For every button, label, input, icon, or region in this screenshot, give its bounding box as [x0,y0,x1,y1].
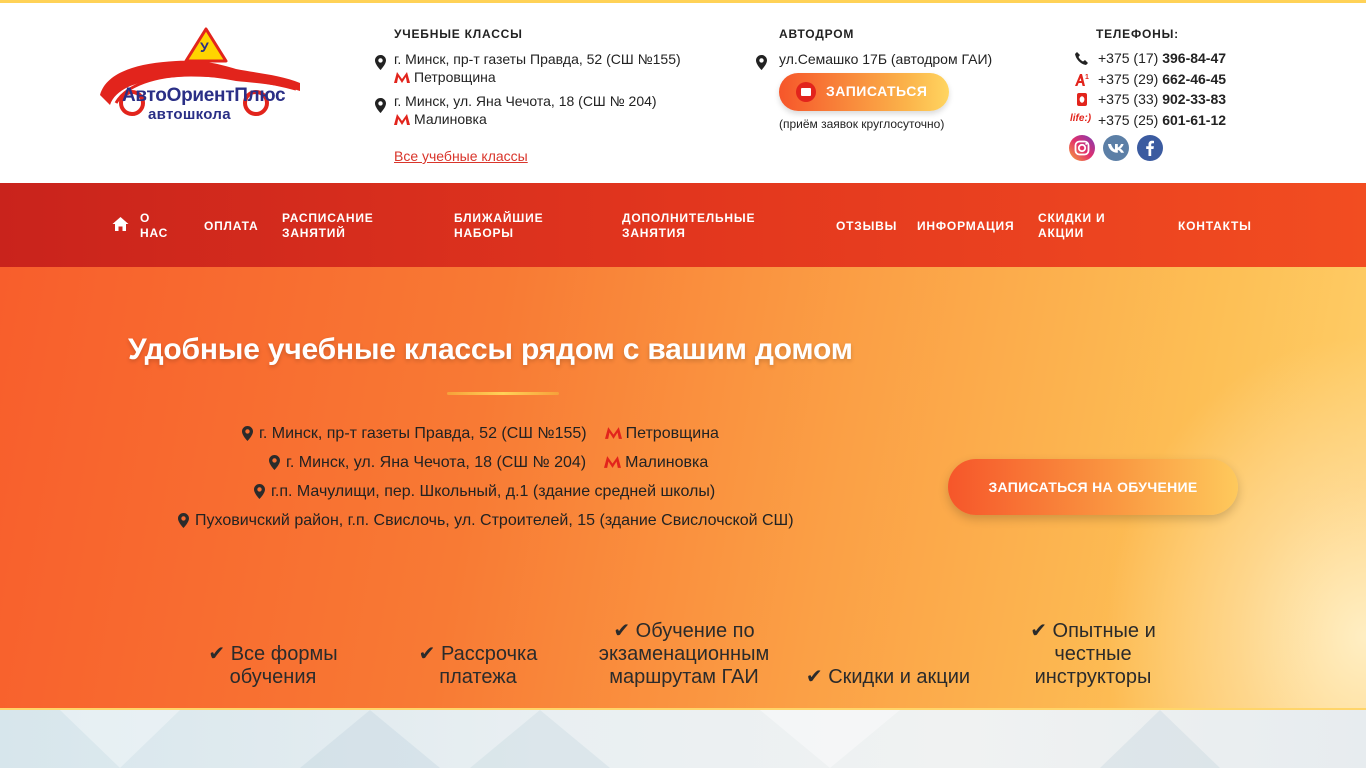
logo[interactable]: У АвтоОриентПлюс автошкола [96,25,302,125]
class-address-2-text: г. Минск, ул. Яна Чечота, 18 (СШ № 204) [394,93,657,109]
signup-button-label: ЗАПИСАТЬСЯ [826,83,928,99]
hero-address-4: Пуховичский район, г.п. Свислочь, ул. Ст… [178,511,794,531]
phone-code-2: +375 (29) [1098,71,1159,87]
nav-item-extra-lessons[interactable]: ДОПОЛНИТЕЛЬНЫЕ ЗАНЯТИЯ [622,211,755,241]
nav-item-schedule[interactable]: РАСПИСАНИЕ ЗАНЯТИЙ [282,211,374,241]
signup-note: (приём заявок круглосуточно) [779,117,945,131]
hero-address-2-text: г. Минск, ул. Яна Чечота, 18 (СШ № 204) [286,454,587,471]
signup-button[interactable]: ЗАПИСАТЬСЯ [779,73,949,111]
mail-icon [796,82,816,102]
nav-item-reviews[interactable]: ОТЗЫВЫ [836,219,897,234]
nav-item-payment[interactable]: ОПЛАТА [204,219,259,234]
mts-icon [1077,93,1087,106]
phone-number-1: 396-84-47 [1162,50,1227,66]
hero-metro-2: Малиновка [625,454,709,471]
class-address-1-text: г. Минск, пр-т газеты Правда, 52 (СШ №15… [394,51,681,67]
location-pin-icon [375,98,386,113]
location-pin-icon [269,455,280,470]
location-pin-icon [178,513,189,528]
life-icon: life:) [1070,113,1092,124]
phones-title: ТЕЛЕФОНЫ: [1096,27,1179,41]
nav-item-discounts[interactable]: СКИДКИ И АКЦИИ [1038,211,1105,241]
logo-name: АвтоОриентПлюс [122,85,286,106]
hero-address-3: г.п. Мачулищи, пер. Школьный, д.1 (здани… [254,482,715,502]
site-header: У АвтоОриентПлюс автошкола УЧЕБНЫЕ КЛАСС… [0,3,1366,183]
feature-exam-routes: ✔ Обучение по экзаменационным маршрутам ГА… [598,620,770,688]
phone-code-1: +375 (17) [1098,50,1159,66]
hero-address-3-text: г.п. Мачулищи, пер. Школьный, д.1 (здани… [271,483,716,500]
nav-item-about[interactable]: О НАС [140,211,168,241]
location-pin-icon [756,55,767,70]
nav-item-contacts[interactable]: КОНТАКТЫ [1178,219,1252,234]
phone-number-3: 902-33-83 [1162,91,1227,107]
metro-icon [604,427,622,439]
nav-item-information[interactable]: ИНФОРМАЦИЯ [917,219,1014,234]
metro-icon [604,456,622,468]
metro-icon [394,114,410,125]
location-pin-icon [242,426,253,441]
hero-divider [447,392,559,395]
class-metro-1: Петровщина [414,69,496,85]
home-icon[interactable] [112,216,129,232]
hero-section: Удобные учебные классы рядом с вашим дом… [0,267,1366,710]
facebook-icon[interactable] [1137,135,1163,161]
hero-address-1: г. Минск, пр-т газеты Правда, 52 (СШ №15… [242,424,719,444]
logo-badge: У [200,39,209,55]
hero-metro-1: Петровщина [625,425,719,442]
phone-code-4: +375 (25) [1098,112,1159,128]
svg-text:1: 1 [1085,74,1089,81]
phone-code-3: +375 (33) [1098,91,1159,107]
hero-address-2: г. Минск, ул. Яна Чечота, 18 (СШ № 204) М… [269,453,708,473]
logo-subtitle: автошкола [148,106,231,123]
feature-all-forms: ✔ Все формы обучения [208,643,338,688]
all-classes-link[interactable]: Все учебные классы [394,148,528,164]
hero-address-4-text: Пуховичский район, г.п. Свислочь, ул. Ст… [195,512,794,529]
feature-discounts: ✔ Скидки и акции [805,666,971,688]
enroll-button[interactable]: ЗАПИСАТЬСЯ НА ОБУЧЕНИЕ [948,459,1238,515]
class-address-2: г. Минск, ул. Яна Чечота, 18 (СШ № 204) … [394,92,657,128]
autodrom-address: ул.Семашко 17Б (автодром ГАИ) [779,51,993,67]
vk-icon[interactable] [1103,135,1129,161]
instagram-icon[interactable] [1069,135,1095,161]
location-pin-icon [375,55,386,70]
phone-number-2: 662-46-45 [1162,71,1227,87]
feature-instructors: ✔ Опытные и честные инструкторы [1030,620,1156,688]
metro-icon [394,72,410,83]
bottom-pattern-band [0,710,1366,768]
class-address-1: г. Минск, пр-т газеты Правда, 52 (СШ №15… [394,50,681,86]
a1-icon: 1 [1075,74,1089,86]
nav-item-upcoming-groups[interactable]: БЛИЖАЙШИЕ НАБОРЫ [454,211,543,241]
phone-icon [1075,52,1088,65]
class-metro-2: Малиновка [414,111,487,127]
phone-number-4: 601-61-12 [1162,112,1227,128]
location-pin-icon [254,484,265,499]
hero-address-1-text: г. Минск, пр-т газеты Правда, 52 (СШ №15… [259,425,587,442]
hero-title: Удобные учебные классы рядом с вашим дом… [128,333,853,366]
autodrom-title: АВТОДРОМ [779,27,855,41]
main-nav: О НАС ОПЛАТА РАСПИСАНИЕ ЗАНЯТИЙ БЛИЖАЙШИЕ Н… [0,183,1366,267]
classes-title: УЧЕБНЫЕ КЛАССЫ [394,27,523,41]
feature-installments: ✔ Рассрочка платежа [418,643,538,688]
